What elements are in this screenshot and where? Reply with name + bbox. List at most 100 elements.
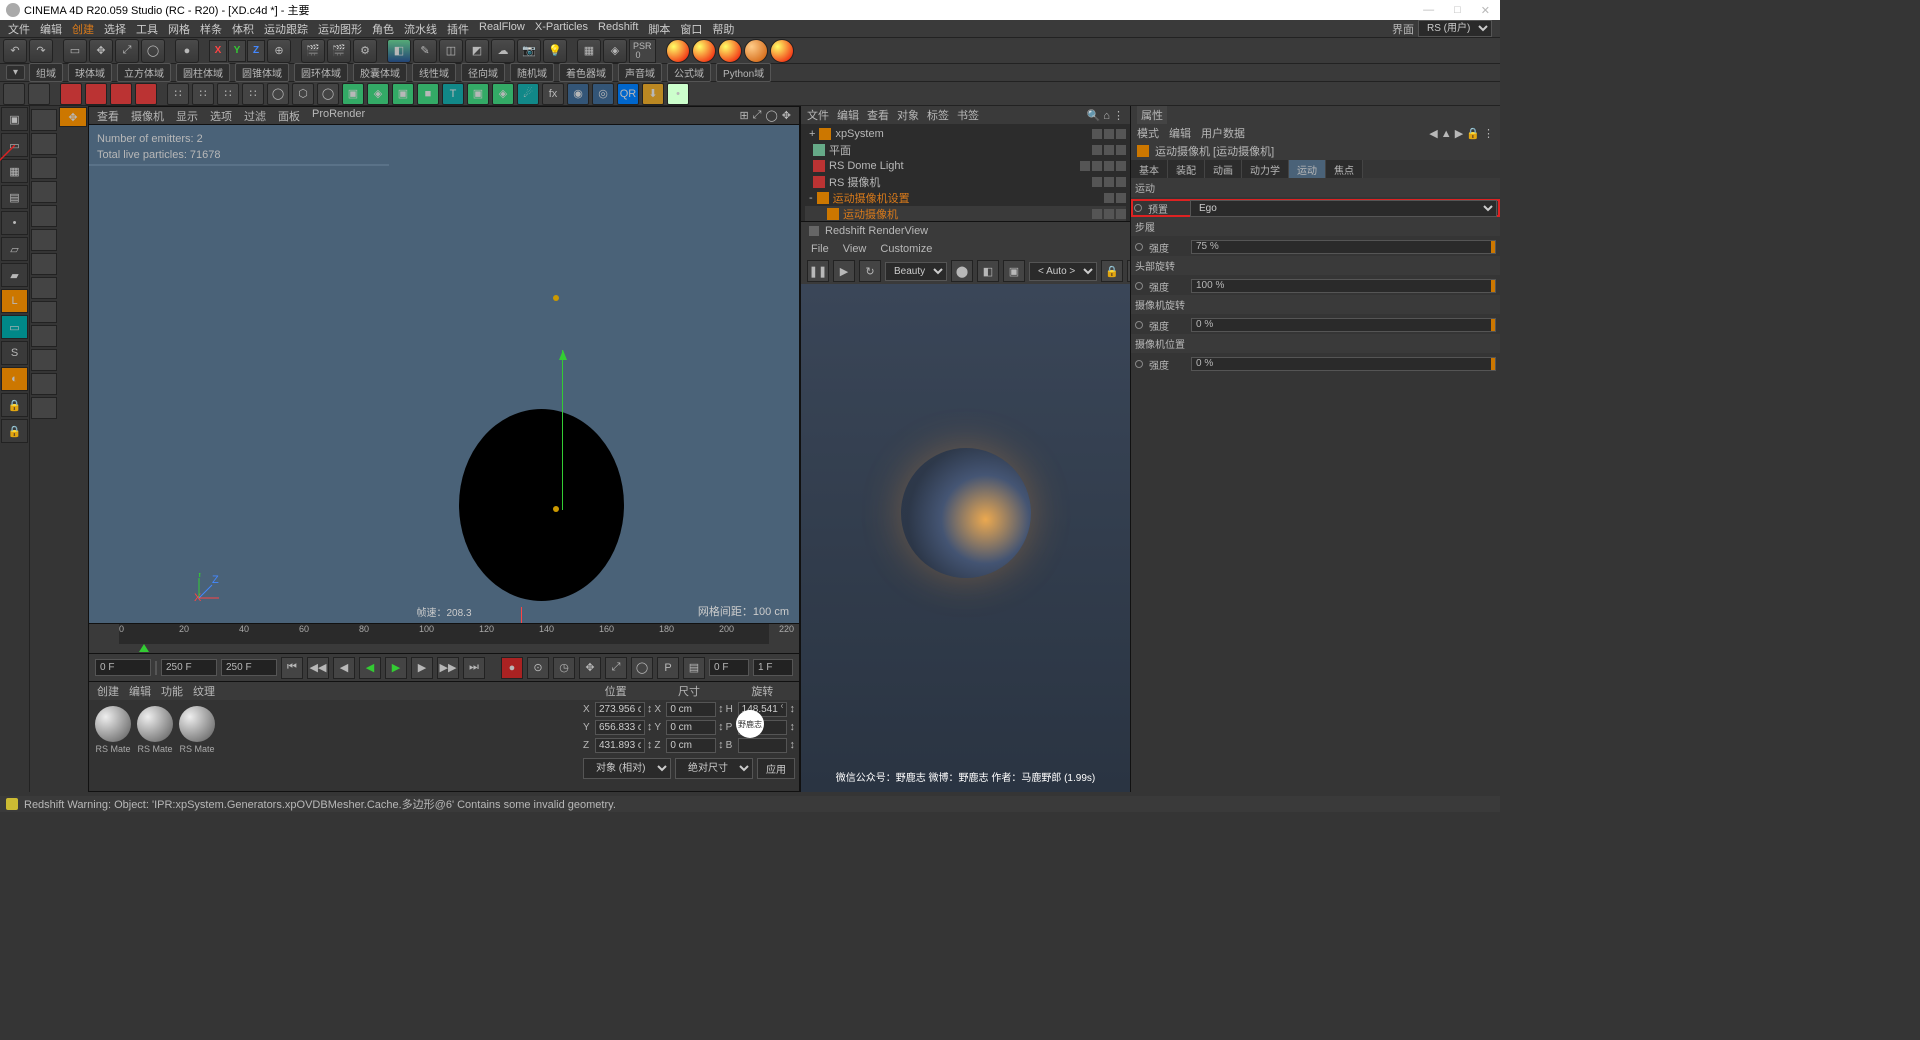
menu-插件[interactable]: 插件: [447, 21, 469, 37]
om-search-icons[interactable]: 🔍 ⌂ ⋮: [1087, 109, 1124, 122]
rs-refresh[interactable]: ↻: [859, 260, 881, 282]
anim-dot[interactable]: [1134, 204, 1142, 212]
pt-20[interactable]: ◈: [492, 83, 514, 105]
pt-6[interactable]: [135, 83, 157, 105]
anim-dot[interactable]: [1135, 321, 1143, 329]
menu-窗口[interactable]: 窗口: [680, 21, 702, 37]
pt-24[interactable]: ◎: [592, 83, 614, 105]
domain-声音域[interactable]: 声音域: [618, 63, 662, 82]
size-Z[interactable]: [666, 738, 716, 753]
goto-start[interactable]: ⏮: [281, 657, 303, 679]
pt-26[interactable]: •: [667, 83, 689, 105]
mode-workplane2[interactable]: ◐: [1, 367, 28, 391]
anim-dot[interactable]: [1135, 243, 1143, 251]
rs-light3[interactable]: [718, 39, 742, 63]
pos-Y[interactable]: [595, 720, 645, 735]
nav-gizmo[interactable]: X Y Z: [194, 573, 224, 603]
scale-tool[interactable]: ⤢: [115, 39, 139, 63]
mode-model[interactable]: ▭: [1, 133, 28, 157]
maximize-button[interactable]: □: [1450, 4, 1465, 17]
next-frame[interactable]: ▶: [411, 657, 433, 679]
rsmenu-Customize[interactable]: Customize: [880, 243, 932, 255]
rs-aov-select[interactable]: Beauty: [885, 262, 947, 281]
domain-径向域[interactable]: 径向域: [461, 63, 505, 82]
pt-22[interactable]: fx: [542, 83, 564, 105]
matmenu-创建[interactable]: 创建: [97, 683, 119, 699]
pt-23[interactable]: ◉: [567, 83, 589, 105]
psr-indicator[interactable]: PSR 0: [629, 39, 656, 63]
render-settings[interactable]: ⚙: [353, 39, 377, 63]
coord-object-mode[interactable]: 对象 (相对): [583, 758, 671, 779]
attr-nav-icons[interactable]: ◀ ▲ ▶ 🔒 ⋮: [1429, 127, 1494, 140]
menu-工具[interactable]: 工具: [136, 21, 158, 37]
rs-channel[interactable]: ⬤: [951, 260, 973, 282]
pt-4[interactable]: [85, 83, 107, 105]
pt-8[interactable]: ∷: [192, 83, 214, 105]
undo-button[interactable]: ↶: [3, 39, 27, 63]
obj-row-平面[interactable]: 平面: [805, 142, 1126, 158]
menu-运动跟踪[interactable]: 运动跟踪: [264, 21, 308, 37]
material-0[interactable]: RS Mate: [95, 706, 131, 754]
domain-圆柱体域[interactable]: 圆柱体域: [176, 63, 230, 82]
attrtab-基本[interactable]: 基本: [1131, 160, 1168, 178]
menu-网格[interactable]: 网格: [168, 21, 190, 37]
range-slider[interactable]: [155, 661, 157, 675]
pt-10[interactable]: ∷: [242, 83, 264, 105]
mode-axis[interactable]: L: [1, 289, 28, 313]
play-back[interactable]: ◀: [359, 657, 381, 679]
pt-14[interactable]: ▣: [342, 83, 364, 105]
mode-viewport[interactable]: ▭: [1, 315, 28, 339]
pt-12[interactable]: ⬡: [292, 83, 314, 105]
rs-play[interactable]: ▶: [833, 260, 855, 282]
menu-角色[interactable]: 角色: [372, 21, 394, 37]
domain-圆锥体域[interactable]: 圆锥体域: [235, 63, 289, 82]
frame-out[interactable]: [221, 659, 277, 676]
menu-文件[interactable]: 文件: [8, 21, 30, 37]
pt-15[interactable]: ◈: [367, 83, 389, 105]
preset-select[interactable]: Ego: [1190, 200, 1497, 217]
rs-snapshot[interactable]: ◧: [977, 260, 999, 282]
close-button[interactable]: ✕: [1477, 4, 1494, 17]
coord-apply[interactable]: 应用: [757, 758, 795, 779]
autokey-button[interactable]: ⊙: [527, 657, 549, 679]
menu-帮助[interactable]: 帮助: [712, 21, 734, 37]
next-key[interactable]: ▶▶: [437, 657, 459, 679]
snap-7[interactable]: [31, 253, 57, 275]
pos-X[interactable]: [595, 702, 645, 717]
menu-RealFlow[interactable]: RealFlow: [479, 21, 525, 37]
minimize-button[interactable]: —: [1419, 4, 1438, 17]
pt-13[interactable]: ◯: [317, 83, 339, 105]
object-tree[interactable]: +xpSystem平面RS Dome LightRS 摄像机-运动摄像机设置运动…: [801, 124, 1130, 224]
pt-3[interactable]: [60, 83, 82, 105]
pt-qr[interactable]: QR: [617, 83, 639, 105]
om-menu-查看[interactable]: 查看: [867, 107, 889, 123]
attrtab-焦点[interactable]: 焦点: [1326, 160, 1363, 178]
mode-snap[interactable]: S: [1, 341, 28, 365]
vpmenu-面板[interactable]: 面板: [278, 108, 300, 124]
pt-25[interactable]: ⬇: [642, 83, 664, 105]
snap-5[interactable]: [31, 205, 57, 227]
field-menu[interactable]: ◈: [603, 39, 627, 63]
attrtab-运动[interactable]: 运动: [1289, 160, 1326, 178]
domain-公式域[interactable]: 公式域: [667, 63, 711, 82]
mode-make-editable[interactable]: ▣: [1, 107, 28, 131]
frame-in[interactable]: [161, 659, 217, 676]
key-p[interactable]: ✥: [579, 657, 601, 679]
vpmenu-选项[interactable]: 选项: [210, 108, 232, 124]
menu-创建[interactable]: 创建: [72, 21, 94, 37]
menu-体积[interactable]: 体积: [232, 21, 254, 37]
menu-样条[interactable]: 样条: [200, 21, 222, 37]
mode-texture[interactable]: ▦: [1, 159, 28, 183]
domain-球体域[interactable]: 球体域: [68, 63, 112, 82]
om-menu-对象[interactable]: 对象: [897, 107, 919, 123]
om-menu-书签[interactable]: 书签: [957, 107, 979, 123]
pt-9[interactable]: ∷: [217, 83, 239, 105]
vpmenu-查看[interactable]: 查看: [97, 108, 119, 124]
snap-3[interactable]: [31, 157, 57, 179]
slider-强度[interactable]: 0 %: [1191, 318, 1496, 332]
attrmenu-编辑[interactable]: 编辑: [1169, 125, 1191, 141]
domain-随机域[interactable]: 随机域: [510, 63, 554, 82]
deformer-menu[interactable]: ◩: [465, 39, 489, 63]
pt-18[interactable]: T: [442, 83, 464, 105]
play-fwd[interactable]: ▶: [385, 657, 407, 679]
